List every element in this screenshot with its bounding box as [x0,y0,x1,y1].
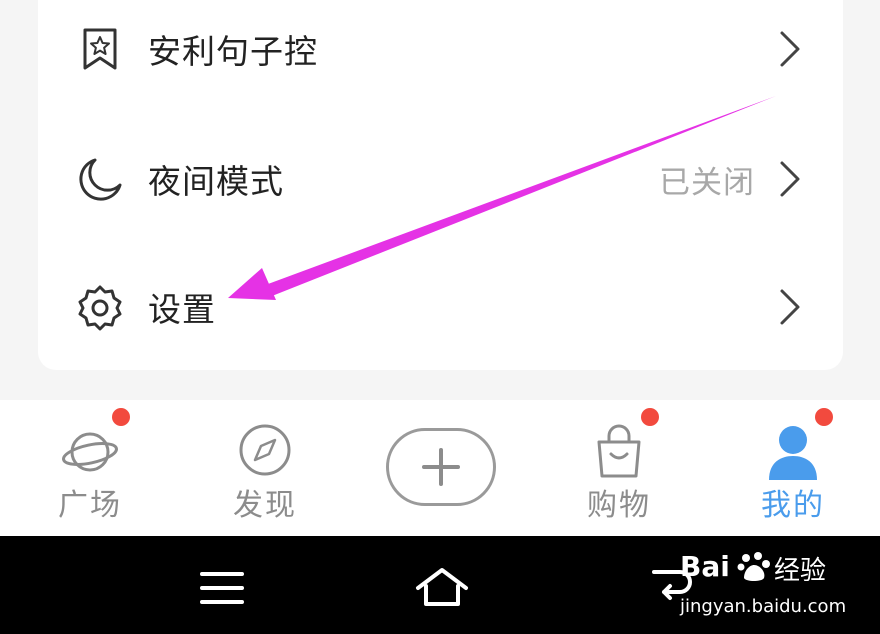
baidu-watermark: Bai 经验 jingyan.baidu.com [676,540,876,626]
add-button[interactable] [386,428,496,506]
nav-item-plaza[interactable]: 广场 [30,400,150,536]
notification-badge [112,408,130,426]
nav-label: 我的 [761,488,825,523]
watermark-url: jingyan.baidu.com [680,596,847,617]
menu-card: 安利句子控 夜间模式 已关闭 设置 [38,0,843,370]
plus-icon [422,448,460,486]
nav-item-discover[interactable]: 发现 [205,400,325,536]
shopping-bag-icon [597,424,641,478]
notification-badge [815,408,833,426]
chevron-right-icon [780,31,800,67]
watermark-brand-suffix: 经验 [774,556,827,586]
bookmark-star-icon [83,28,117,70]
menu-item-night-mode[interactable]: 夜间模式 已关闭 [38,134,843,224]
menu-item-label: 夜间模式 [148,162,284,201]
planet-icon [62,432,118,472]
chevron-right-icon [780,289,800,325]
home-icon[interactable] [414,566,470,608]
nav-item-me[interactable]: 我的 [733,400,853,536]
nav-label: 购物 [587,488,651,523]
menu-item-settings[interactable]: 设置 [38,262,843,352]
user-icon [769,426,817,480]
watermark-brand: Bai [680,550,730,583]
nav-label: 广场 [58,488,122,523]
chevron-right-icon [780,161,800,197]
menu-icon[interactable] [200,570,244,606]
night-mode-status: 已关闭 [659,164,755,201]
nav-item-shopping[interactable]: 购物 [559,400,679,536]
paw-icon [737,552,770,581]
menu-item-recommend[interactable]: 安利句子控 [38,4,843,94]
menu-item-label: 安利句子控 [148,32,318,71]
nav-label: 发现 [233,488,297,523]
compass-icon [239,424,291,476]
menu-item-label: 设置 [148,290,216,329]
notification-badge [641,408,659,426]
moon-icon [79,158,122,201]
gear-icon [78,285,122,331]
